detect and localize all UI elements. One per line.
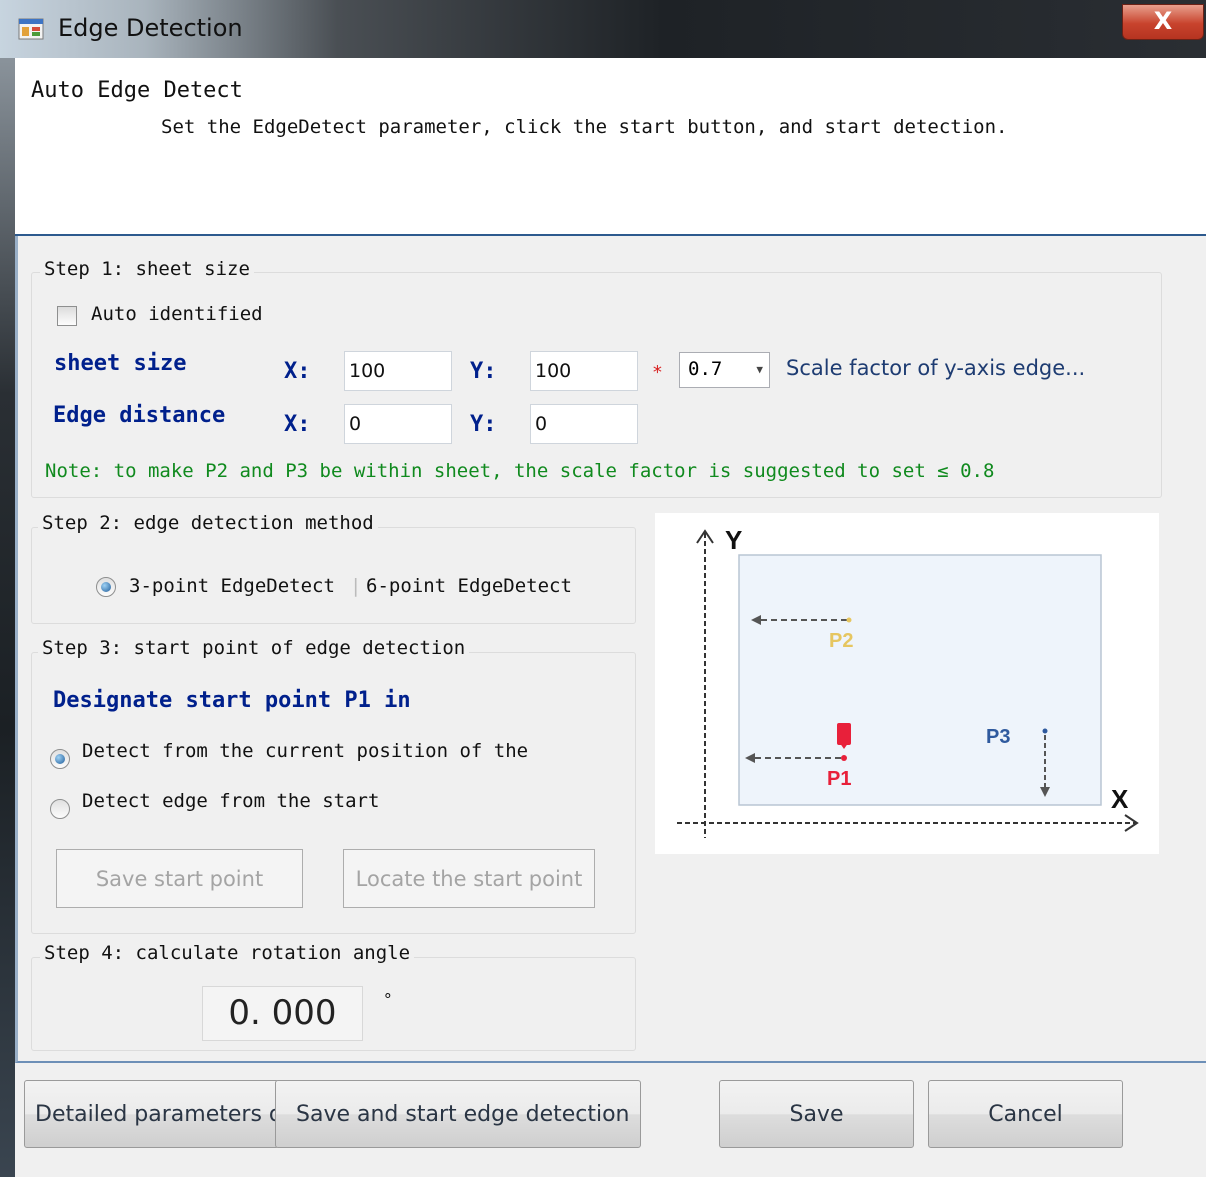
p1-label: P1	[827, 768, 851, 790]
edge-detection-window: Edge Detection X Auto Edge Detect Set th…	[0, 0, 1206, 1177]
radio-6point-label[interactable]: 6-point EdgeDetect	[366, 575, 572, 597]
scale-factor-value: 0.7	[688, 358, 723, 380]
sheet-size-label: sheet size	[54, 351, 187, 376]
required-star: *	[652, 362, 663, 383]
radio-from-start[interactable]	[50, 799, 70, 819]
chevron-down-icon: ▼	[756, 363, 763, 376]
rotation-angle-value: 0. 000	[202, 986, 363, 1041]
sheet-y-label: Y:	[470, 359, 497, 384]
auto-identified-checkbox[interactable]	[57, 306, 77, 326]
save-and-start-detection-button[interactable]: Save and start edge detection	[275, 1080, 641, 1148]
scale-factor-label: Scale factor of y-axis edge...	[786, 356, 1086, 380]
edge-y-label: Y:	[470, 412, 497, 437]
step3-label: Step 3: start point of edge detection	[38, 637, 470, 659]
edge-x-label: X:	[284, 412, 311, 437]
detailed-parameters-button[interactable]: Detailed parameters of	[24, 1080, 279, 1148]
p2-point	[846, 617, 852, 623]
header-title: Auto Edge Detect	[31, 78, 243, 103]
close-button[interactable]: X	[1122, 4, 1204, 40]
radio-3point[interactable]	[96, 577, 116, 597]
sheet-x-input[interactable]	[344, 351, 452, 391]
step3-heading: Designate start point P1 in	[53, 688, 411, 713]
scale-factor-select[interactable]: 0.7 ▼	[679, 352, 770, 388]
diagram-svg: Y X P2 P1 P3	[677, 525, 1139, 838]
p3-point	[1042, 728, 1048, 734]
step4-label: Step 4: calculate rotation angle	[40, 942, 415, 964]
header-panel: Auto Edge Detect Set the EdgeDetect para…	[15, 58, 1206, 236]
step1-label: Step 1: sheet size	[40, 258, 254, 280]
edge-detection-diagram: Y X P2 P1 P3	[655, 513, 1159, 854]
p1-point	[841, 755, 847, 761]
radio-current-position-label: Detect from the current position of the	[82, 740, 529, 762]
p2-label: P2	[829, 630, 853, 652]
window-title: Edge Detection	[58, 14, 243, 42]
edge-y-input[interactable]	[530, 404, 638, 444]
header-subtitle: Set the EdgeDetect parameter, click the …	[161, 116, 1008, 138]
save-button[interactable]: Save	[719, 1080, 914, 1148]
y-axis-label: Y	[725, 525, 742, 555]
sheet-y-input[interactable]	[530, 351, 638, 391]
close-icon: X	[1153, 7, 1173, 35]
degree-unit: °	[383, 990, 393, 1009]
radio-3point-label: 3-point EdgeDetect	[129, 575, 335, 597]
option-separator: |	[350, 575, 362, 597]
cancel-button[interactable]: Cancel	[928, 1080, 1123, 1148]
auto-identified-label: Auto identified	[91, 303, 263, 325]
app-icon	[18, 18, 44, 40]
step2-label: Step 2: edge detection method	[38, 512, 378, 534]
radio-current-position[interactable]	[50, 749, 70, 769]
save-start-point-button[interactable]: Save start point	[56, 849, 303, 908]
radio-from-start-label: Detect edge from the start	[82, 790, 380, 812]
p3-label: P3	[986, 726, 1010, 748]
locate-start-point-button[interactable]: Locate the start point	[343, 849, 595, 908]
edge-x-input[interactable]	[344, 404, 452, 444]
sheet-rect	[738, 554, 1102, 806]
window-left-edge	[0, 58, 15, 1177]
x-axis-label: X	[1111, 784, 1129, 814]
edge-distance-label: Edge distance	[53, 403, 226, 428]
scale-note: Note: to make P2 and P3 be within sheet,…	[45, 460, 995, 482]
title-bar[interactable]: Edge Detection X	[0, 0, 1206, 58]
sheet-x-label: X:	[284, 359, 311, 384]
